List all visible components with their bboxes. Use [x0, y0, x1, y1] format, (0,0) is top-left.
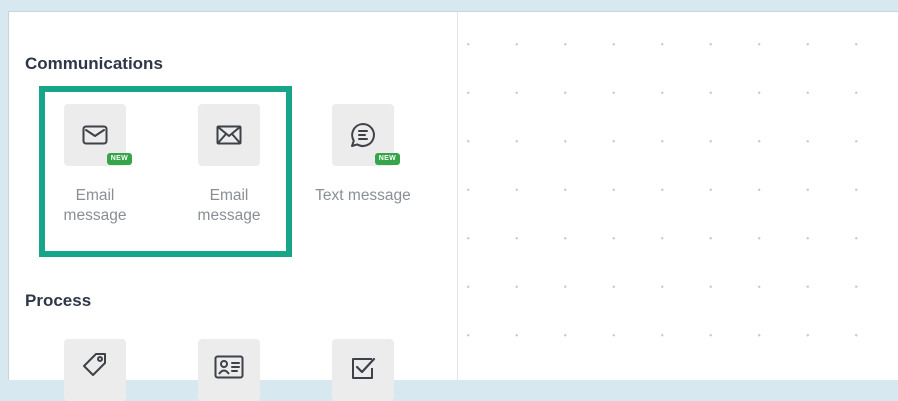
- palette-item-tag[interactable]: [45, 339, 145, 401]
- new-badge: NEW: [374, 153, 400, 165]
- tile-icon-box: NEW: [64, 104, 132, 166]
- tile-icon-box: [332, 339, 394, 401]
- section-title-communications: Communications: [25, 54, 163, 73]
- checkbox-icon: [352, 357, 376, 379]
- palette-item-label: Email message: [63, 187, 127, 224]
- palette-item-email-message[interactable]: Email message: [179, 104, 279, 226]
- envelope-icon: [82, 125, 108, 145]
- workflow-canvas[interactable]: [458, 12, 898, 380]
- palette-item-task[interactable]: [313, 339, 413, 401]
- palette-item-contact-card[interactable]: [179, 339, 279, 401]
- palette-item-label: Email message: [197, 187, 261, 224]
- element-palette: Communications NEW Email message Email m…: [9, 12, 458, 401]
- tile-icon-box: [64, 339, 126, 401]
- new-badge: NEW: [106, 153, 132, 165]
- chat-bubble-icon: [351, 123, 375, 147]
- tile-icon-box: [198, 104, 260, 166]
- tile-icon-box: [198, 339, 260, 401]
- contact-card-icon: [214, 355, 244, 379]
- palette-item-label: Text message: [315, 187, 411, 204]
- builder-frame: Communications NEW Email message Email m…: [8, 11, 898, 401]
- palette-item-text-message[interactable]: NEW Text message: [313, 104, 413, 206]
- tag-icon: [83, 353, 106, 376]
- envelope-icon: [216, 125, 242, 145]
- tile-icon-box: NEW: [332, 104, 400, 166]
- section-title-process: Process: [25, 291, 92, 310]
- palette-item-email-message-new[interactable]: NEW Email message: [45, 104, 145, 226]
